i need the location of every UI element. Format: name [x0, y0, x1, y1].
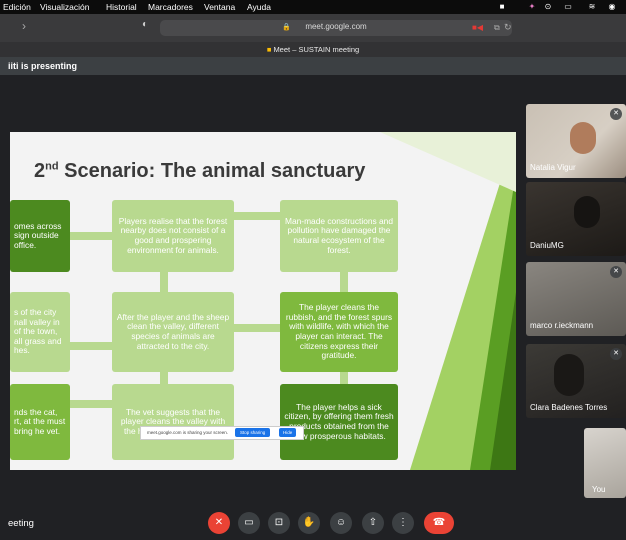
captions-icon[interactable]: ⊡	[268, 512, 290, 534]
participant-video-face	[554, 354, 584, 396]
menu-visualizacion[interactable]: Visualización	[40, 2, 89, 12]
slide-box-r3c3: The player helps a sick citizen, by offe…	[280, 384, 398, 460]
connector	[234, 324, 280, 332]
tab-bar: ■ Meet – SUSTAIN meeting	[0, 42, 626, 57]
menu-ventana[interactable]: Ventana	[204, 2, 235, 12]
participant-name: Natalia Vigur	[530, 163, 576, 172]
mic-off-icon[interactable]: ✕	[208, 512, 230, 534]
screen-share-notice: meet.google.com is sharing your screen. …	[140, 426, 304, 440]
connector	[234, 212, 280, 220]
title-text: Scenario: The animal sanctuary	[58, 160, 366, 182]
self-view-tile[interactable]: You	[584, 428, 626, 498]
dropbox-icon[interactable]: ✦	[527, 2, 537, 11]
battery-icon[interactable]: ▭	[563, 2, 573, 11]
hide-button[interactable]: Hide	[279, 428, 297, 437]
wifi-icon[interactable]: ≋	[587, 2, 597, 11]
url-text: meet.google.com	[305, 22, 367, 31]
reload-icon[interactable]: ↻	[504, 22, 512, 33]
participant-name: DaniuMG	[530, 241, 564, 250]
menu-ayuda[interactable]: Ayuda	[247, 2, 271, 12]
connector	[70, 232, 112, 240]
mic-off-icon: ✕	[610, 108, 622, 120]
connector	[340, 272, 348, 292]
slide-box-r1c2: Players realise that the forest nearby d…	[112, 200, 234, 272]
emoji-icon[interactable]: ☺	[330, 512, 352, 534]
mic-off-icon: ✕	[610, 266, 622, 278]
menu-edicion[interactable]: Edición	[3, 2, 31, 12]
menu-historial[interactable]: Historial	[106, 2, 137, 12]
more-options-icon[interactable]: ⋮	[392, 512, 414, 534]
participant-name: Clara Badenes Torres	[530, 403, 608, 412]
participant-tile[interactable]: ✕ marco r.ieckmann	[526, 262, 626, 336]
camera-icon[interactable]: ■	[497, 2, 507, 11]
title-number: 2	[34, 160, 46, 182]
slide-decoration	[380, 132, 516, 470]
slide-box-r2c2: After the player and the sheep clean the…	[112, 292, 234, 372]
participant-name: marco r.ieckmann	[530, 321, 594, 330]
tab-title: Meet – SUSTAIN meeting	[273, 45, 360, 54]
presenting-banner: iiti is presenting	[0, 57, 626, 75]
translate-icon[interactable]: ⧉	[494, 23, 500, 33]
shield-icon[interactable]: ◐	[142, 19, 148, 30]
participant-name: You	[592, 485, 606, 494]
presenting-text: iiti is presenting	[8, 61, 78, 71]
slide-box-r2c3: The player cleans the rubbish, and the f…	[280, 292, 398, 372]
participant-video-face	[574, 196, 600, 228]
connector	[70, 342, 112, 350]
stop-sharing-button[interactable]: Stop sharing	[235, 428, 271, 437]
participant-tile[interactable]: ✕ Natalia Vigur	[526, 104, 626, 178]
participant-video-face	[570, 122, 596, 154]
camera-icon[interactable]: ▭	[238, 512, 260, 534]
mic-off-icon: ✕	[610, 348, 622, 360]
connector	[70, 400, 112, 408]
present-icon[interactable]: ⇧	[362, 512, 384, 534]
participant-tile[interactable]: ✕ Clara Badenes Torres	[526, 344, 626, 418]
slide-box-r3c2: The vet suggests that the player cleans …	[112, 384, 234, 460]
share-notice-text: meet.google.com is sharing your screen.	[147, 430, 229, 435]
title-ordinal: nd	[45, 160, 59, 173]
chevron-right-icon[interactable]: ›	[22, 19, 26, 33]
raise-hand-icon[interactable]: ✋	[298, 512, 320, 534]
slide-box-r2c1: s of the city nall valley in of the town…	[10, 292, 70, 372]
menu-bar: Edición Visualización Historial Marcador…	[0, 0, 626, 14]
address-bar[interactable]: 🔒 meet.google.com ■◀ ⧉ ↻	[160, 20, 512, 36]
slide-title: 2nd Scenario: The animal sanctuary	[34, 160, 365, 183]
slide-box-r3c1: nds the cat, rt, at the must bring he ve…	[10, 384, 70, 460]
connector	[160, 272, 168, 292]
control-center-icon[interactable]: ◉	[607, 2, 617, 11]
menu-marcadores[interactable]: Marcadores	[148, 2, 193, 12]
active-tab[interactable]: ■ Meet – SUSTAIN meeting	[0, 45, 626, 54]
presentation-slide: 2nd Scenario: The animal sanctuary omes …	[10, 132, 516, 470]
recording-icon[interactable]: ■◀	[472, 23, 483, 32]
slide-box-r1c1: omes across sign outside office.	[10, 200, 70, 272]
meeting-name: eeting	[8, 518, 34, 529]
slide-box-r1c3: Man-made constructions and pollution hav…	[280, 200, 398, 272]
participant-tile[interactable]: DaniuMG	[526, 182, 626, 256]
meet-logo-icon: ■	[266, 45, 272, 54]
play-icon[interactable]: ⊙	[543, 2, 553, 11]
end-call-icon[interactable]: ☎	[424, 512, 454, 534]
